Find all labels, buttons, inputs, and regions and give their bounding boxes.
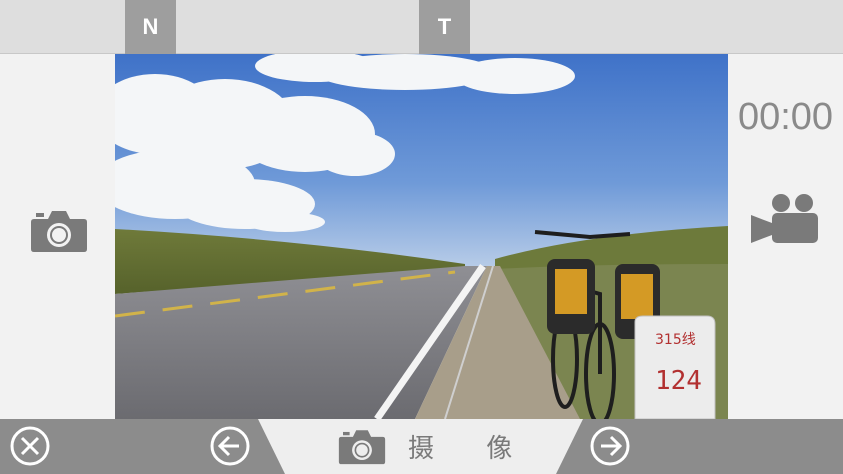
close-circle-icon: [10, 426, 50, 466]
camera-icon: [338, 430, 386, 465]
arrow-left-circle-icon: [210, 426, 250, 466]
milestone: 315线 124: [634, 315, 716, 419]
mode-label: 摄 像: [408, 433, 535, 464]
close-button[interactable]: [9, 425, 51, 467]
top-bar: N T: [0, 0, 843, 54]
next-button[interactable]: [589, 425, 631, 467]
tab-n[interactable]: N: [125, 0, 176, 54]
tab-t[interactable]: T: [419, 0, 470, 54]
arrow-right-circle-icon: [590, 426, 630, 466]
camera-viewfinder[interactable]: 315线 124: [115, 54, 728, 419]
viewfinder-scene: 315线 124: [115, 54, 728, 419]
recording-timer: 00:00: [737, 96, 834, 138]
svg-text:124: 124: [655, 366, 702, 396]
photo-mode-button[interactable]: [30, 207, 88, 253]
video-mode-button[interactable]: [750, 193, 820, 245]
previous-button[interactable]: [209, 425, 251, 467]
current-mode: 摄 像: [338, 424, 534, 468]
video-camera-icon: [751, 194, 818, 243]
camera-icon: [31, 211, 87, 252]
svg-text:315线: 315线: [655, 332, 696, 348]
